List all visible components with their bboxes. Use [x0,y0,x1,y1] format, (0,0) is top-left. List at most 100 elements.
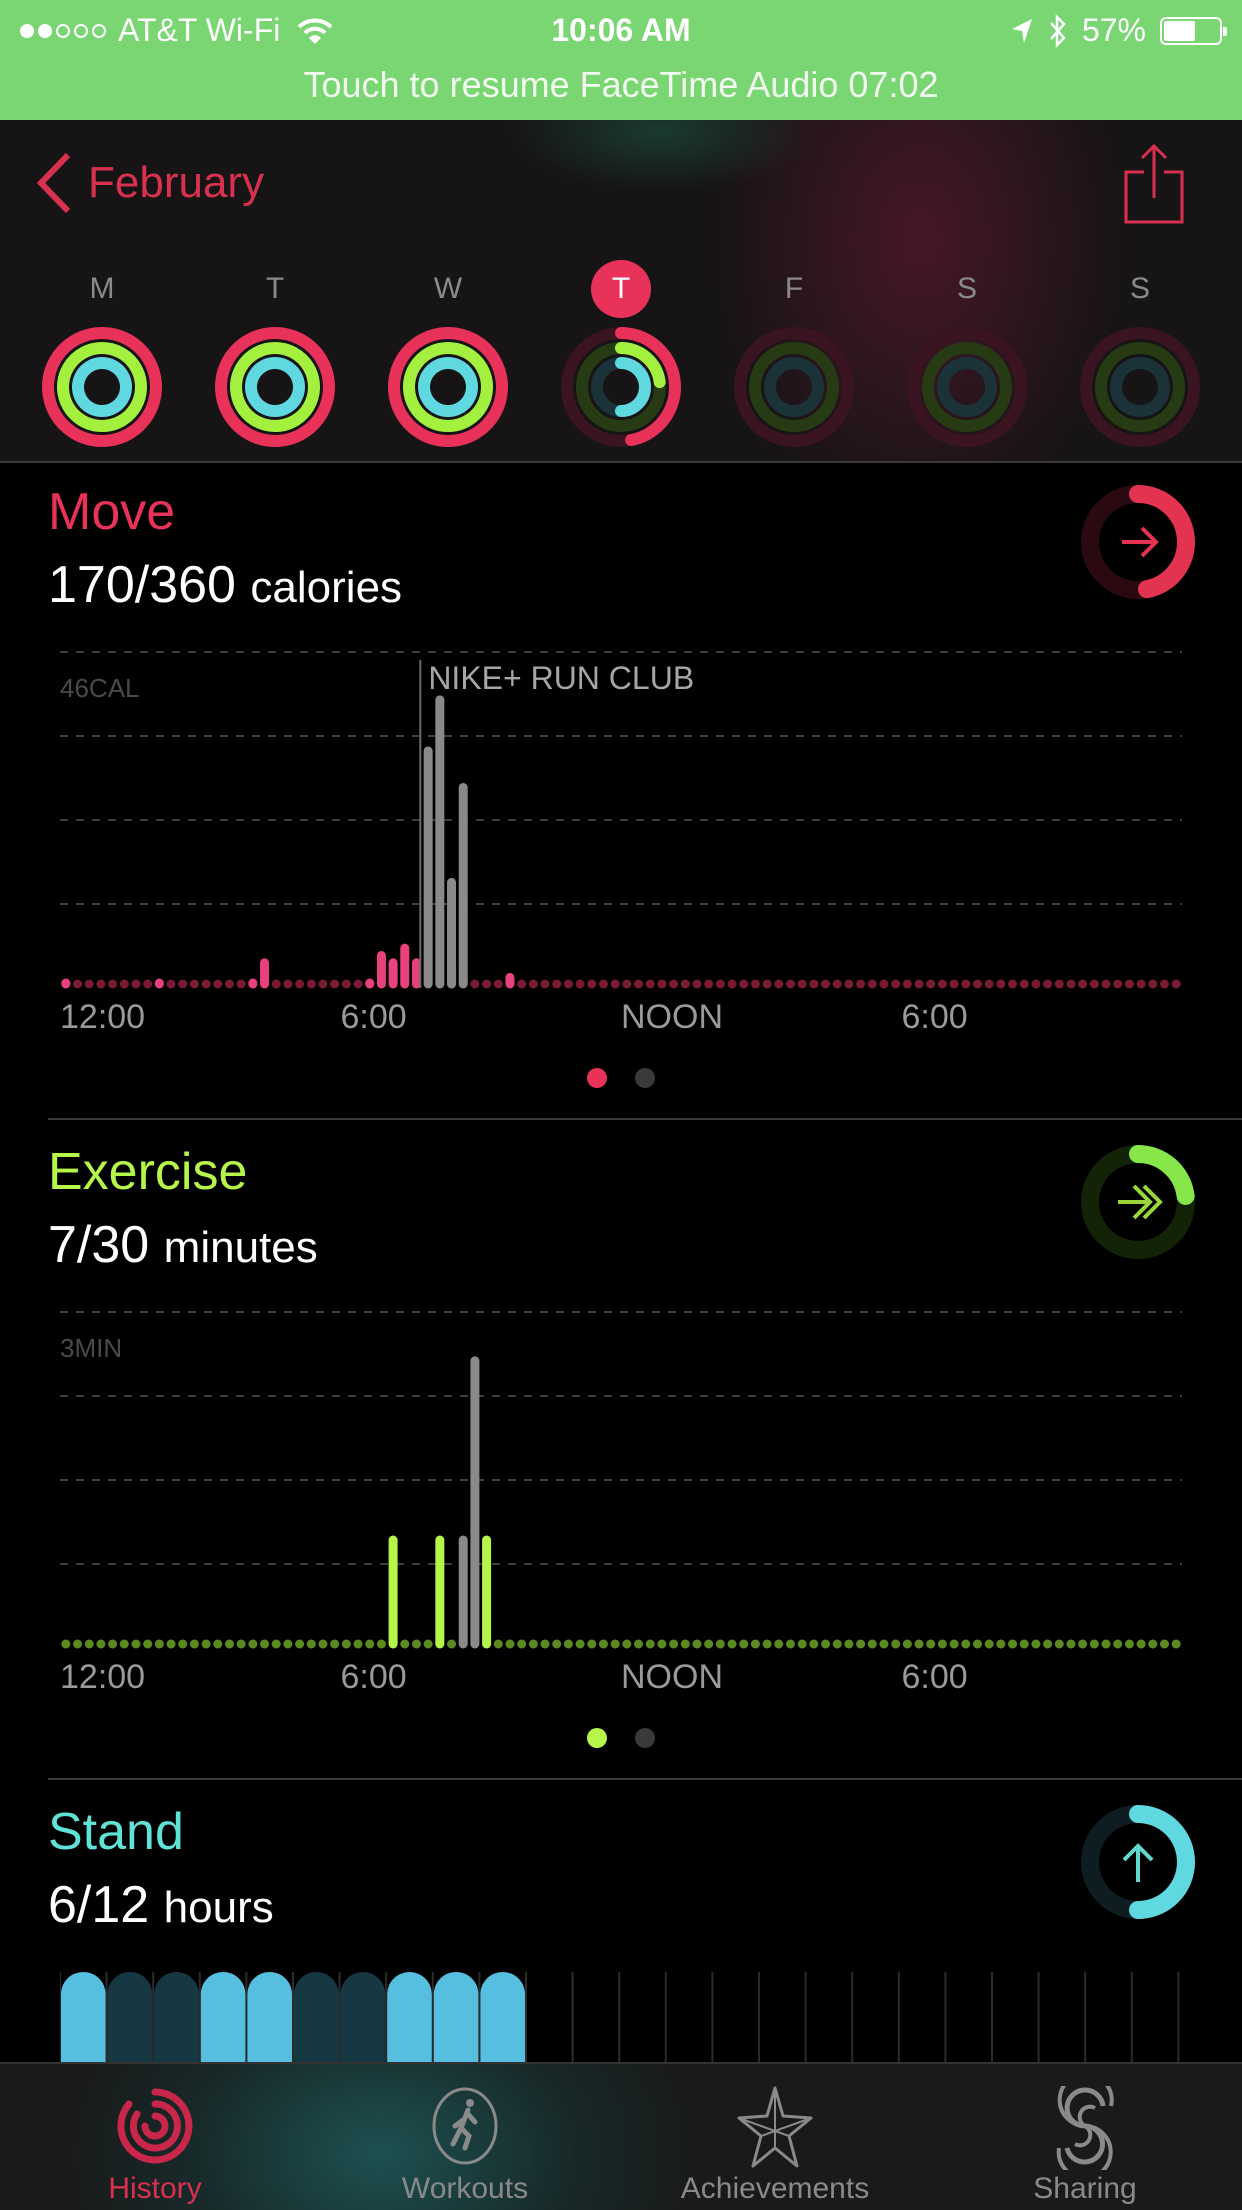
move-divider [48,1118,1242,1120]
tab-history[interactable]: History [0,2064,310,2210]
empty-slot-dot [984,1639,994,1649]
missed-hour-bar [154,1972,199,2062]
empty-slot-dot [1043,1639,1053,1649]
day-activity-rings[interactable] [905,325,1029,449]
empty-slot-dot [1159,979,1169,989]
empty-slot-dot [201,1639,211,1649]
empty-slot-dot [248,1639,258,1649]
empty-slot-dot [902,1639,912,1649]
stood-hour-bar [480,1972,525,2062]
empty-slot-dot [1019,979,1029,989]
empty-slot-dot [622,979,632,989]
empty-slot-dot [108,979,118,989]
empty-slot-dot [119,979,129,989]
weekday-letter: F [784,272,804,305]
tab-sharing[interactable]: Sharing [930,2064,1240,2210]
weekday-label[interactable]: S [937,260,997,318]
tab-workouts[interactable]: Workouts [310,2064,620,2210]
stand-ring-progress [72,357,132,417]
day-activity-rings[interactable] [559,325,683,449]
back-label: February [88,158,265,207]
day-activity-rings[interactable] [386,325,510,449]
empty-slot-dot [1066,979,1076,989]
weekday-label[interactable]: W [418,260,478,318]
stood-hour-bar [61,1972,106,2062]
weekday-letter: T [265,272,285,305]
empty-slot-dot [739,1639,749,1649]
day-activity-rings[interactable] [732,325,856,449]
empty-slot-dot [774,1639,784,1649]
double-chevron-right-icon [1118,1184,1163,1220]
empty-slot-dot [1113,979,1123,989]
battery-percent: 57% [1081,12,1146,48]
empty-slot-dot [715,979,725,989]
empty-slot-dot [1019,1639,1029,1649]
weekday-label[interactable]: T [245,260,305,318]
tab-workouts-label: Workouts [401,2172,529,2205]
back-button[interactable]: February [36,152,264,214]
x-tick-label: 6:00 [340,998,407,1036]
share-icon[interactable] [1124,142,1186,224]
empty-slot-dot [598,979,608,989]
missed-hour-bar [340,1972,386,2062]
pager-dot-1[interactable] [587,1068,607,1088]
empty-slot-dot [1089,979,1099,989]
day-activity-rings[interactable] [213,325,337,449]
empty-slot-dot [552,1639,562,1649]
day-activity-rings[interactable] [1078,325,1202,449]
empty-slot-dot [949,1639,959,1649]
empty-slot-dot [1124,1639,1134,1649]
header-divider [0,461,1242,463]
move-ring-button[interactable] [1080,484,1196,600]
empty-slot-dot [330,979,340,989]
empty-slot-dot [201,979,211,989]
empty-slot-dot [856,1639,866,1649]
empty-slot-dot [517,979,527,989]
stood-hour-bar [200,1972,246,2062]
empty-slot-dot [224,979,234,989]
weekday-label[interactable]: T [591,260,651,318]
day-activity-rings[interactable] [40,325,164,449]
empty-slot-dot [972,979,982,989]
empty-slot-dot [1124,979,1134,989]
arrow-up-icon [1122,1843,1154,1882]
weekday-label[interactable]: S [1110,260,1170,318]
empty-slot-dot [680,1639,690,1649]
stand-ring-track [764,357,824,417]
empty-slot-dot [1101,979,1111,989]
weekday-label[interactable]: F [764,260,824,318]
weekday-label[interactable]: M [72,260,132,318]
empty-slot-dot [727,1639,737,1649]
empty-slot-dot [926,1639,936,1649]
pager-dot-2[interactable] [635,1068,655,1088]
pager-dot-1[interactable] [587,1728,607,1748]
empty-slot-dot [739,979,749,989]
tab-achievements[interactable]: Achievements [620,2064,930,2210]
move-unit: calories [250,563,403,612]
move-value: 170/360 calories [48,555,402,615]
weekday-letter: S [956,272,977,305]
empty-slot-dot [73,1639,83,1649]
pager-dot-2[interactable] [635,1728,655,1748]
location-icon [1011,18,1032,43]
stood-hour-bar [433,1972,479,2062]
empty-slot-dot [785,1639,795,1649]
status-bar: AT&T Wi-Fi 10:06 AM 57% Touch to resume … [0,0,1242,120]
stand-ring-track [1110,357,1170,417]
empty-slot-dot [84,979,94,989]
empty-slot-dot [645,979,655,989]
empty-slot-dot [131,979,141,989]
ring-progress [1129,1805,1195,1919]
empty-slot-dot [762,1639,772,1649]
exercise-ring-button[interactable] [1080,1144,1196,1260]
stand-ring-button[interactable] [1080,1804,1196,1920]
exercise-title: Exercise [48,1143,248,1201]
empty-slot-dot [143,979,153,989]
sharing-icon [1056,2086,1114,2170]
empty-slot-dot [575,979,585,989]
facetime-resume-banner[interactable]: Touch to resume FaceTime Audio 07:02 [0,64,1242,106]
exercise-unit: minutes [163,1223,318,1272]
empty-slot-dot [996,1639,1006,1649]
empty-slot-dot [587,1639,597,1649]
empty-slot-dot [727,979,737,989]
